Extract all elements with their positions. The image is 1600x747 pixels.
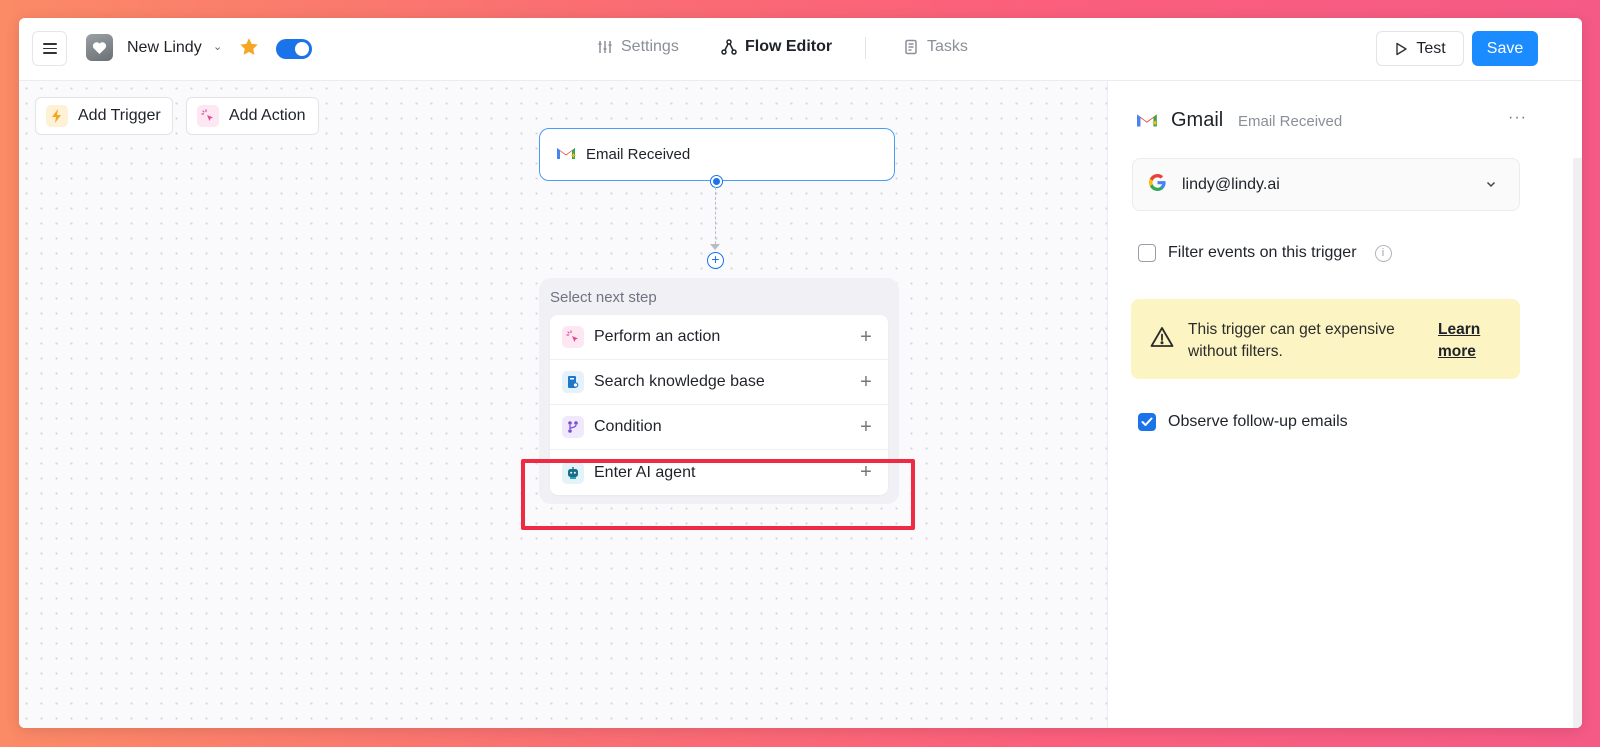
panel-title: Gmail <box>1171 109 1224 131</box>
gmail-icon <box>1136 111 1160 134</box>
step-option-search-knowledge-base[interactable]: Search knowledge base + <box>550 360 888 405</box>
checkmark-icon <box>1141 417 1153 426</box>
google-icon <box>1149 173 1166 196</box>
tab-flow-editor[interactable]: Flow Editor <box>721 38 832 56</box>
panel-subtitle: Email Received <box>1238 113 1343 130</box>
hamburger-icon <box>42 43 57 54</box>
step-option-perform-action[interactable]: Perform an action + <box>550 315 888 360</box>
add-trigger-label: Add Trigger <box>78 107 161 124</box>
observe-followups-label: Observe follow-up emails <box>1168 413 1348 430</box>
test-button-label: Test <box>1416 39 1446 57</box>
trigger-node-label: Email Received <box>586 146 691 163</box>
add-step-plus-icon[interactable]: + <box>707 252 724 269</box>
trigger-node-email-received[interactable]: Email Received <box>539 128 895 181</box>
next-step-list: Perform an action + Search knowledge bas… <box>550 315 888 495</box>
plus-icon[interactable]: + <box>856 326 876 349</box>
branch-icon <box>562 416 584 438</box>
sparkle-cursor-icon <box>197 105 219 127</box>
plus-icon[interactable]: + <box>856 461 876 484</box>
star-icon[interactable] <box>238 36 260 63</box>
flow-icon <box>721 39 737 55</box>
step-option-label: Perform an action <box>594 328 721 345</box>
play-icon <box>1396 42 1408 55</box>
account-select[interactable]: lindy@lindy.ai <box>1132 158 1520 211</box>
chevron-down-icon <box>1485 177 1497 195</box>
app-title[interactable]: New Lindy <box>127 39 202 57</box>
step-option-condition[interactable]: Condition + <box>550 405 888 450</box>
add-trigger-button[interactable]: Add Trigger <box>35 97 173 135</box>
expense-warning: This trigger can get expensive without f… <box>1131 299 1520 379</box>
test-button[interactable]: Test <box>1376 31 1464 66</box>
plus-icon[interactable]: + <box>856 371 876 394</box>
knowledge-base-icon <box>562 371 584 393</box>
top-bar: New Lindy ⌄ Settings Flow Editor Tasks T… <box>19 18 1582 81</box>
trigger-config-panel: Gmail Email Received ··· lindy@lindy.ai … <box>1107 81 1582 728</box>
next-step-menu: Select next step Perform an action + Sea… <box>539 278 899 504</box>
observe-followups-checkbox[interactable] <box>1138 413 1156 431</box>
plus-icon[interactable]: + <box>856 416 876 439</box>
app-logo-icon <box>86 34 113 61</box>
filter-events-row[interactable]: Filter events on this trigger i <box>1138 244 1392 262</box>
lightning-icon <box>46 105 68 127</box>
connector-line <box>715 187 716 249</box>
step-option-label: Enter AI agent <box>594 463 696 481</box>
add-action-label: Add Action <box>229 107 306 124</box>
learn-more-link[interactable]: Learn more <box>1438 319 1498 363</box>
more-options-icon[interactable]: ··· <box>1508 109 1527 127</box>
info-icon[interactable]: i <box>1374 244 1392 262</box>
warning-icon <box>1150 326 1174 353</box>
chevron-down-icon[interactable]: ⌄ <box>213 40 222 53</box>
tab-settings-label: Settings <box>621 38 679 55</box>
nav-divider <box>865 37 866 59</box>
tab-tasks[interactable]: Tasks <box>903 38 968 56</box>
filter-events-label: Filter events on this trigger <box>1168 244 1357 261</box>
sliders-icon <box>598 41 612 53</box>
app-window: New Lindy ⌄ Settings Flow Editor Tasks T… <box>19 18 1582 728</box>
robot-icon <box>562 461 584 484</box>
gmail-icon <box>556 145 578 165</box>
account-email: lindy@lindy.ai <box>1182 175 1280 193</box>
scrollbar[interactable] <box>1573 158 1582 728</box>
tab-flow-editor-label: Flow Editor <box>745 38 833 55</box>
step-option-label: Search knowledge base <box>594 373 765 390</box>
observe-followups-row[interactable]: Observe follow-up emails <box>1138 413 1348 431</box>
tab-tasks-label: Tasks <box>927 38 968 55</box>
tab-settings[interactable]: Settings <box>597 38 679 56</box>
sparkle-cursor-icon <box>562 326 584 348</box>
step-option-label: Condition <box>594 418 662 435</box>
node-connection-handle[interactable] <box>711 176 722 187</box>
filter-events-checkbox[interactable] <box>1138 244 1156 262</box>
save-button[interactable]: Save <box>1472 31 1538 66</box>
warning-text: This trigger can get expensive without f… <box>1188 321 1395 360</box>
connector-arrow <box>710 244 720 250</box>
flow-canvas[interactable]: Add Trigger Add Action Email Received + <box>19 81 1107 728</box>
step-option-enter-ai-agent[interactable]: Enter AI agent + <box>550 450 888 495</box>
next-step-title: Select next step <box>550 289 657 306</box>
add-action-button[interactable]: Add Action <box>186 97 319 135</box>
menu-button[interactable] <box>32 31 67 66</box>
document-icon <box>905 39 917 55</box>
active-toggle[interactable] <box>276 39 312 59</box>
